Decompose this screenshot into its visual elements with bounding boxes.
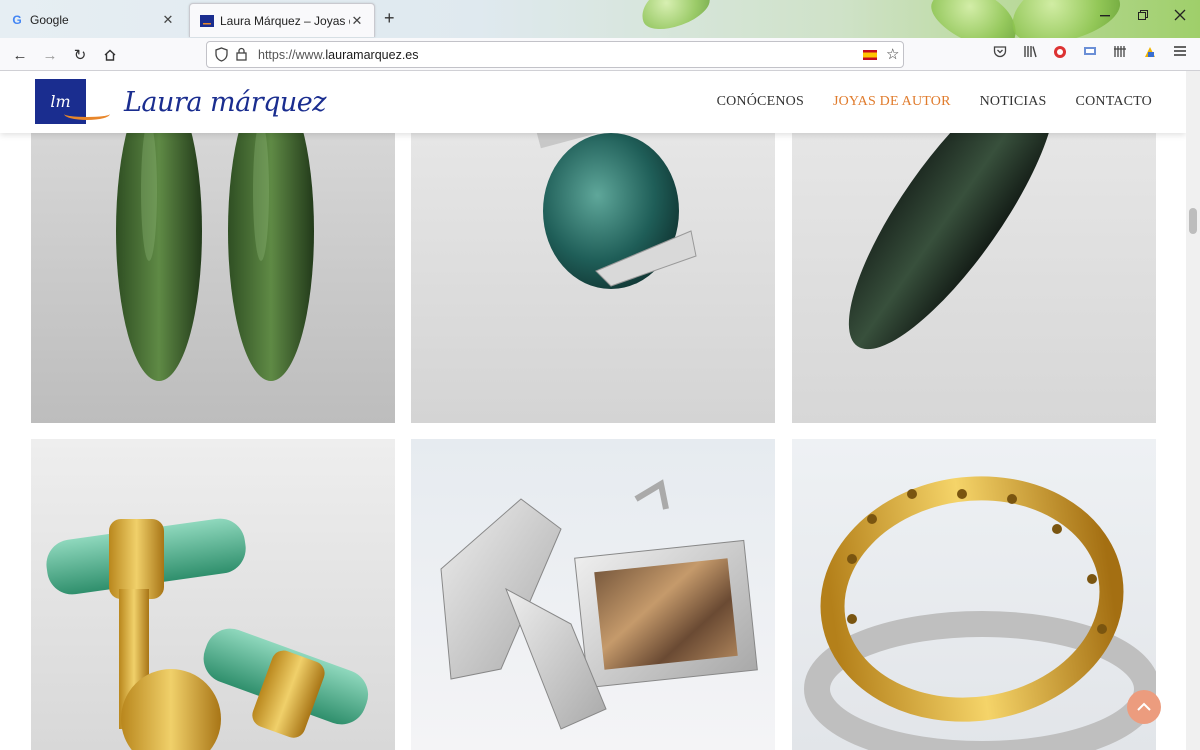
tab-lauramarquez[interactable]: Laura Márquez – Joyas de Autor ✕ bbox=[189, 3, 375, 37]
gold-silver-rings-image bbox=[792, 439, 1156, 750]
browser-nav-bar: ← → ↻ https://www.lauramarquez.es ☆ bbox=[0, 38, 1200, 71]
gallery-item-cufflinks-gold[interactable] bbox=[31, 439, 395, 750]
hamburger-menu-icon[interactable] bbox=[1173, 45, 1187, 60]
nav-joyas-de-autor[interactable]: JOYAS DE AUTOR bbox=[833, 94, 951, 110]
nav-noticias[interactable]: NOTICIAS bbox=[980, 94, 1047, 110]
page-scrollbar[interactable] bbox=[1186, 71, 1200, 750]
google-g-icon: G bbox=[12, 13, 22, 27]
logo-wordmark[interactable]: Laura márquez bbox=[124, 87, 327, 118]
tab-title: Laura Márquez – Joyas de Autor bbox=[220, 13, 350, 28]
page-content: lm Laura márquez CONÓCENOS JOYAS DE AUTO… bbox=[0, 71, 1186, 750]
close-window-icon[interactable] bbox=[1174, 9, 1186, 24]
extension-puzzle-icon[interactable] bbox=[1143, 45, 1157, 62]
logo-swoosh bbox=[64, 108, 110, 120]
address-bar[interactable]: https://www.lauramarquez.es ☆ bbox=[206, 41, 904, 68]
gallery-item-cufflinks-silver[interactable] bbox=[411, 439, 775, 750]
extension-blue-icon[interactable] bbox=[1083, 45, 1097, 60]
minimize-icon[interactable] bbox=[1099, 9, 1111, 24]
scrollbar-thumb[interactable] bbox=[1189, 208, 1197, 234]
new-tab-plus-icon[interactable]: + bbox=[384, 8, 395, 29]
back-arrow-icon[interactable]: ← bbox=[9, 44, 31, 66]
forward-arrow-icon[interactable]: → bbox=[39, 44, 61, 66]
background-leaf bbox=[635, 0, 715, 37]
extension-bars-icon[interactable] bbox=[1113, 45, 1127, 61]
pocket-icon[interactable] bbox=[993, 45, 1007, 61]
library-icon[interactable] bbox=[1023, 45, 1037, 61]
gallery-item-rings[interactable] bbox=[792, 439, 1156, 750]
home-icon[interactable] bbox=[99, 44, 121, 66]
url-text: https://www.lauramarquez.es bbox=[258, 47, 419, 62]
restore-icon[interactable] bbox=[1137, 9, 1149, 24]
browser-tab-bar: G Google ✕ Laura Márquez – Joyas de Auto… bbox=[0, 0, 1200, 59]
silver-agate-cufflinks-image bbox=[411, 439, 775, 750]
chevron-up-icon bbox=[1137, 702, 1151, 711]
extension-red-icon[interactable] bbox=[1053, 45, 1067, 62]
scroll-to-top-button[interactable] bbox=[1127, 690, 1161, 724]
site-header: lm Laura márquez CONÓCENOS JOYAS DE AUTO… bbox=[0, 71, 1186, 133]
close-icon[interactable]: ✕ bbox=[161, 12, 175, 28]
bookmark-star-icon[interactable]: ☆ bbox=[886, 45, 899, 63]
tab-google[interactable]: G Google ✕ bbox=[0, 3, 185, 37]
nav-contacto[interactable]: CONTACTO bbox=[1076, 94, 1152, 110]
nav-conocenos[interactable]: CONÓCENOS bbox=[717, 94, 804, 110]
shield-icon[interactable] bbox=[215, 47, 228, 65]
spain-flag-icon[interactable] bbox=[863, 50, 877, 60]
gold-emerald-cufflinks-image bbox=[31, 439, 395, 750]
tab-title: Google bbox=[30, 13, 69, 27]
lm-site-icon bbox=[200, 14, 214, 28]
main-nav: CONÓCENOS JOYAS DE AUTOR NOTICIAS CONTAC… bbox=[717, 94, 1152, 110]
close-icon[interactable]: ✕ bbox=[350, 13, 364, 29]
reload-icon[interactable]: ↻ bbox=[69, 44, 91, 66]
lock-icon[interactable] bbox=[236, 47, 247, 64]
